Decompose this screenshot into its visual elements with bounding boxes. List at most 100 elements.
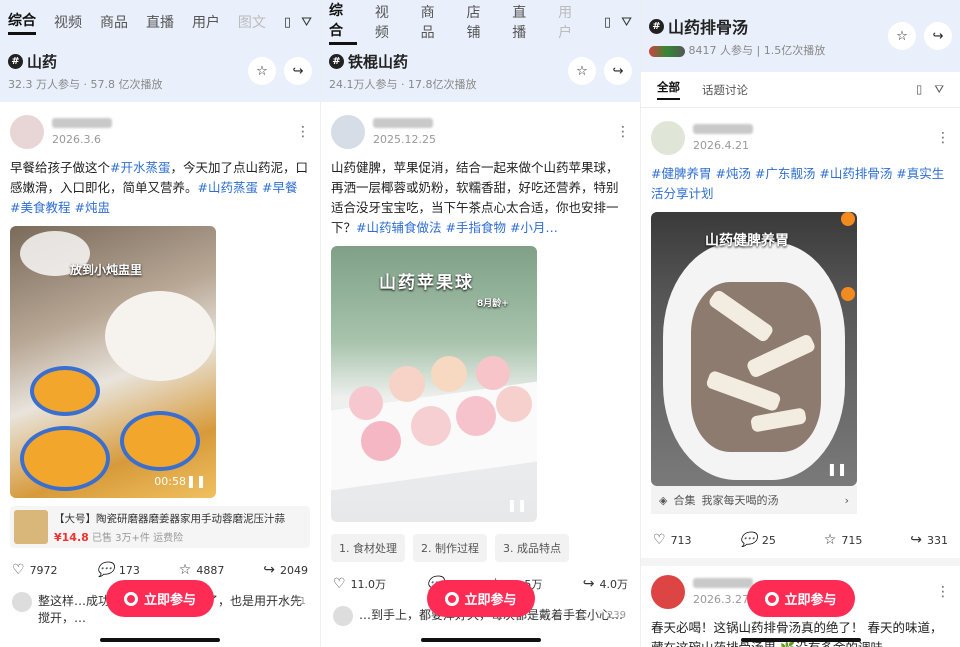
favorite-star-button[interactable]: ☆ <box>888 22 916 50</box>
post-date: 2026.3.27 <box>693 593 749 606</box>
product-card[interactable]: 【大号】陶瓷研磨器磨姜器家用手动蓉磨泥压汁蒜 ¥14.8 已售 3万+件 运费险 <box>10 506 310 548</box>
chapter-chip[interactable]: 3. 成品特点 <box>495 534 569 562</box>
comment-like-count[interactable]: ♡ 239 <box>595 610 626 621</box>
comment-likes: 41 <box>293 596 306 607</box>
share-button[interactable]: ↪ <box>604 57 632 85</box>
filter-icon[interactable]: ⛛ <box>934 82 944 97</box>
favorite-count: 715 <box>841 533 863 547</box>
hashtag-link[interactable]: #手指食物 <box>445 220 505 235</box>
author-name-blurred[interactable] <box>693 578 753 588</box>
post-card: 2025.12.25 ⋮ 山药健脾，苹果促消，结合一起来做个山药苹果球，再洒一层… <box>321 102 640 630</box>
join-button[interactable]: 立即参与 <box>105 580 215 617</box>
tab-user[interactable]: 用户 <box>192 12 220 32</box>
tab-video[interactable]: 视频 <box>375 2 403 42</box>
hashtag-link[interactable]: #小月… <box>510 220 558 235</box>
comment-like-count[interactable]: ♡ 41 <box>281 596 306 607</box>
home-indicator <box>740 638 861 642</box>
pause-icon[interactable]: ❚❚ <box>827 462 847 476</box>
tab-user[interactable]: 用户 <box>558 2 586 42</box>
subtab-all[interactable]: 全部 <box>657 79 680 100</box>
comment-icon: 💬 <box>739 532 757 548</box>
author-name-blurred[interactable] <box>693 124 753 134</box>
comment-likes: 239 <box>606 610 626 621</box>
author-name-blurred[interactable] <box>52 118 112 128</box>
layout-icon[interactable]: ▯ <box>916 82 922 97</box>
hashtag-link[interactable]: #早餐 <box>262 180 297 195</box>
share-post-button[interactable]: ↪ 4.0万 <box>583 576 628 592</box>
comment-count: 173 <box>118 563 140 577</box>
share-count: 4.0万 <box>599 578 628 591</box>
layout-icon[interactable]: ▯ <box>604 15 611 30</box>
collection-label: 合集 <box>673 494 696 507</box>
chapter-chip[interactable]: 2. 制作过程 <box>413 534 487 562</box>
video-thumbnail[interactable]: 山药苹果球 8月龄+ ❚❚ <box>331 246 537 522</box>
comment-icon: 💬 <box>96 562 114 578</box>
tab-live[interactable]: 直播 <box>512 2 540 42</box>
video-caption: 山药苹果球 <box>379 273 474 293</box>
join-button[interactable]: 立即参与 <box>426 580 535 617</box>
video-thumbnail[interactable]: 山药健脾养胃 ❚❚ <box>651 212 857 486</box>
more-icon[interactable]: ⋮ <box>936 584 950 600</box>
action-bar: ♡ 713 💬 25 ☆ 715 ↪ 331 <box>651 514 950 558</box>
favorite-count: 4887 <box>196 563 225 577</box>
product-price: ¥14.8 <box>54 530 89 544</box>
share-button[interactable]: ↪ <box>284 57 312 85</box>
chapter-chip[interactable]: 1. 食材处理 <box>331 534 405 562</box>
panel-yam-rib-soup: # 山药排骨汤 8417 人参与 | 1.5亿次播放 ☆ ↪ 全部 话题讨论 ▯ ⛛ <box>640 0 960 647</box>
tab-all[interactable]: 综合 <box>329 0 357 45</box>
comment-button[interactable]: 💬 173 <box>96 562 139 578</box>
avatar[interactable] <box>10 115 44 149</box>
hashtag-link[interactable]: #山药辅食做法 <box>356 220 441 235</box>
pause-icon[interactable]: ❚❚ <box>507 498 527 512</box>
share-post-button[interactable]: ↪ 331 <box>910 532 948 548</box>
share-count: 2049 <box>279 563 308 577</box>
star-icon: ☆ <box>823 532 837 548</box>
avatar[interactable] <box>651 121 685 155</box>
favorite-button[interactable]: ☆ 4887 <box>179 562 225 578</box>
hashtag-link[interactable]: #开水蒸蛋 <box>110 160 170 175</box>
tab-video[interactable]: 视频 <box>54 12 82 32</box>
post-text: 春天必喝！这锅山药排骨汤真的绝了！ 春天的味道，藏在这碗山药排骨汤里 🌿没有多余… <box>651 620 943 647</box>
tab-image-text[interactable]: 图文 <box>238 12 266 32</box>
tab-goods[interactable]: 商品 <box>421 2 449 42</box>
hashtag-link[interactable]: #山药蒸蛋 <box>198 180 258 195</box>
product-thumbnail <box>14 510 48 544</box>
video-thumbnail[interactable]: 放到小炖盅里 00:58 ❚❚ <box>10 226 216 498</box>
collection-bar[interactable]: ◈ 合集 我家每天喝的汤 › <box>651 486 857 514</box>
tab-all[interactable]: 综合 <box>8 10 36 35</box>
more-icon[interactable]: ⋮ <box>616 124 630 140</box>
heart-icon: ♡ <box>333 576 346 592</box>
more-icon[interactable]: ⋮ <box>296 124 310 140</box>
hashtag-link[interactable]: #炖盅 <box>74 200 109 215</box>
author-name-blurred[interactable] <box>373 118 433 128</box>
comment-button[interactable]: 💬 25 <box>739 532 775 548</box>
favorite-star-button[interactable]: ☆ <box>248 57 276 85</box>
topic-stats: 24.1万人参与 · 17.8亿次播放 <box>329 77 477 91</box>
star-icon: ☆ <box>178 562 192 578</box>
like-button[interactable]: ♡ 713 <box>653 532 692 548</box>
hashtag-link[interactable]: #美食教程 <box>10 200 70 215</box>
author-row: 2026.3.6 ⋮ <box>10 112 310 152</box>
favorite-star-button[interactable]: ☆ <box>568 57 596 85</box>
tab-live[interactable]: 直播 <box>146 12 174 32</box>
layout-icon[interactable]: ▯ <box>284 15 291 30</box>
topic-title: 铁棍山药 <box>348 52 409 71</box>
post-hashtags[interactable]: #健脾养胃 #炖汤 #广东靓汤 #山药排骨汤 #真实生活分享计划 <box>651 164 950 204</box>
collection-name: 我家每天喝的汤 <box>701 494 779 507</box>
filter-icon[interactable]: ⛛ <box>621 15 632 30</box>
avatar[interactable] <box>651 575 685 609</box>
product-meta: 已售 3万+件 运费险 <box>91 532 184 544</box>
like-button[interactable]: ♡ 7972 <box>12 562 58 578</box>
more-icon[interactable]: ⋮ <box>936 130 950 146</box>
subtab-discussion[interactable]: 话题讨论 <box>702 82 748 98</box>
like-button[interactable]: ♡ 11.0万 <box>333 576 386 592</box>
pause-icon[interactable]: ❚❚ <box>186 474 206 488</box>
tab-store[interactable]: 店铺 <box>466 2 494 42</box>
filter-icon[interactable]: ⛛ <box>301 15 312 30</box>
avatar[interactable] <box>331 115 365 149</box>
share-post-button[interactable]: ↪ 2049 <box>263 562 308 578</box>
favorite-button[interactable]: ☆ 715 <box>824 532 863 548</box>
tab-goods[interactable]: 商品 <box>100 12 128 32</box>
share-button[interactable]: ↪ <box>924 22 952 50</box>
join-button[interactable]: 立即参与 <box>746 580 855 617</box>
